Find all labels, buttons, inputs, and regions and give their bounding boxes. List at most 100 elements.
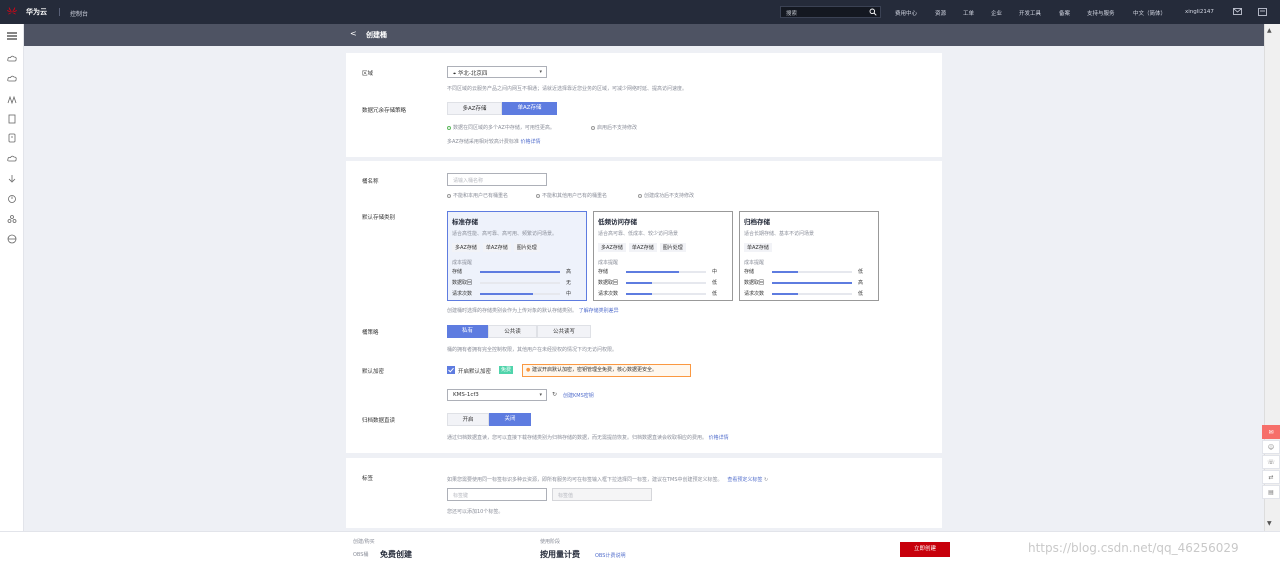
huawei-logo[interactable] [6, 6, 18, 18]
global-icon[interactable] [7, 234, 17, 244]
region-value: 华北-北京四 [457, 71, 488, 77]
nav-enterprise[interactable]: 企业 [991, 9, 1002, 17]
search-input[interactable]: 搜索 [780, 6, 881, 18]
nav-support[interactable]: 支持与服务 [1087, 9, 1115, 17]
tags-label: 标签 [362, 476, 374, 482]
scroll-down-icon[interactable]: ▼ [1267, 520, 1272, 527]
policy-public-rw-option[interactable]: 公共读写 [537, 325, 591, 338]
cloud-icon[interactable] [7, 154, 17, 164]
cost-reminder-label: 成本提醒 [598, 260, 619, 266]
redundancy-note-1: 数据在同区域的多个AZ中存储，可用性更高。 [447, 124, 555, 131]
kms-value: KMS-1cf3 [453, 392, 479, 398]
search-icon[interactable] [869, 8, 877, 16]
cloud-server-icon[interactable] [7, 54, 17, 64]
footer-usage-price: 按用量计费 [540, 550, 580, 559]
back-button[interactable]: < [350, 29, 357, 38]
cost-level-bar [480, 271, 560, 273]
encryption-checkbox-label[interactable]: 开启默认加密 [458, 367, 491, 375]
cost-row-label: 请求次数 [744, 291, 765, 297]
storage-class-desc: 适合高可靠、低成本、较少访问场景 [598, 231, 679, 237]
cost-row-label: 请求次数 [598, 291, 619, 297]
tag-key-input[interactable]: 标签键 [447, 488, 547, 501]
cost-level-fill [480, 293, 533, 295]
smile-icon[interactable]: ☺ [1262, 440, 1280, 454]
cost-row-label: 数据取回 [598, 280, 619, 286]
multi-az-option[interactable]: 多AZ存储 [447, 102, 502, 115]
deploy-icon[interactable] [7, 174, 17, 184]
database-icon[interactable] [7, 133, 17, 143]
tags-count-hint: 您还可以添加10个标签。 [447, 509, 504, 515]
nav-user[interactable]: xingli2147 [1185, 9, 1214, 15]
cost-row: 存储 低 [744, 268, 876, 276]
storage-class-title: 归档存储 [744, 218, 770, 226]
info-circle-icon [591, 125, 595, 130]
console-link[interactable]: 控制台 [70, 9, 88, 18]
cost-level-bar [772, 271, 852, 273]
redundancy-note3-text: 多AZ存储采用相对较高计费标准 [447, 139, 519, 145]
cost-level-fill [626, 282, 653, 284]
cost-level-fill [480, 271, 560, 273]
message-icon[interactable] [1233, 8, 1242, 16]
archive-on-option[interactable]: 开启 [447, 413, 489, 426]
cost-row-label: 数据取回 [452, 280, 473, 286]
storage-class-card[interactable]: 标准存储 适合高性能、高可靠、高可用、频繁访问场景。 多AZ存储 单AZ存储 图片处理成… [447, 211, 587, 301]
feedback-icon[interactable]: ✉ [1262, 425, 1280, 439]
storage-class-diff-link[interactable]: 了解存储类别差异 [579, 308, 619, 314]
info-circle-icon [447, 193, 451, 198]
service-icon[interactable]: ☏ [1262, 455, 1280, 469]
create-kms-link[interactable]: 创建KMS密钥 [563, 392, 594, 399]
price-details-link[interactable]: 价格详情 [520, 139, 540, 145]
storage-class-card[interactable]: 归档存储 适合长期存储、基本不访问场景 单AZ存储 成本提醒 存储低数据取回高请求次数低 [739, 211, 879, 301]
encryption-tip: ● 建议开启默认加密，密钥管理全免费，核心数据更安全。 [522, 364, 691, 377]
nav-tickets[interactable]: 工单 [963, 9, 974, 17]
cost-level-fill [626, 271, 679, 273]
menu-icon[interactable] [7, 31, 17, 41]
nav-icp[interactable]: 备案 [1059, 9, 1070, 17]
obs-billing-link[interactable]: OBS计费说明 [595, 552, 625, 559]
policy-private-option[interactable]: 私有 [447, 325, 488, 338]
cloud-storage-icon[interactable] [7, 74, 17, 84]
scroll-up-icon[interactable]: ▲ [1267, 27, 1272, 34]
archive-off-option[interactable]: 关闭 [489, 413, 531, 426]
network-icon[interactable] [7, 95, 17, 105]
refresh-icon[interactable]: ↻ [552, 391, 557, 398]
archive-price-link[interactable]: 价格详情 [709, 435, 729, 441]
predefined-tags-link[interactable]: 查看预定义标签 [727, 477, 762, 483]
cost-level-fill [772, 293, 799, 295]
monitor-icon[interactable] [7, 194, 17, 204]
nav-devtools[interactable]: 开发工具 [1019, 9, 1041, 17]
cluster-icon[interactable] [7, 214, 17, 224]
storage-class-card[interactable]: 低频访问存储 适合高可靠、低成本、较少访问场景 多AZ存储 单AZ存储 图片处理 成本提醒… [593, 211, 733, 301]
region-select[interactable]: ⌖ 华北-北京四 ▾ [447, 66, 547, 78]
storage-class-tags: 单AZ存储 [744, 243, 772, 252]
bucket-name-input[interactable]: 请输入桶名称 [447, 173, 547, 186]
single-az-option[interactable]: 单AZ存储 [502, 102, 557, 115]
footer-usage-head: 使用阶段 [540, 539, 561, 545]
nav-billing[interactable]: 费用中心 [895, 9, 917, 17]
create-now-button[interactable]: 立即创建 [900, 542, 950, 557]
brand-name[interactable]: 华为云 [26, 7, 47, 17]
cart-icon[interactable] [1258, 8, 1267, 16]
policy-hint: 桶的拥有者拥有完全控制权限，其他用户在未经授权的情况下均无访问权限。 [447, 347, 618, 353]
archive-hint: 通过归档数据直读，您可以直接下载存储类别为归档存储的数据，而无需提前恢复。归档数… [447, 434, 729, 441]
policy-public-read-option[interactable]: 公共读 [488, 325, 537, 338]
kms-key-select[interactable]: KMS-1cf3 ▾ [447, 389, 547, 401]
cost-row-value: 高 [566, 269, 572, 275]
refresh-icon[interactable]: ↻ [764, 477, 768, 483]
nav-resources[interactable]: 资源 [935, 9, 946, 17]
footer-obs-label: OBS桶 [353, 552, 369, 558]
redundancy-note-3: 多AZ存储采用相对较高计费标准 价格详情 [447, 138, 540, 145]
tag-value-input[interactable]: 标签值 [552, 488, 652, 501]
archive-read-label: 归档数据直读 [362, 418, 396, 424]
cost-level-fill [772, 271, 799, 273]
cost-row-label: 存储 [744, 269, 755, 275]
doc-icon[interactable]: ▤ [1262, 485, 1280, 499]
share-icon[interactable]: ⇄ [1262, 470, 1280, 484]
encryption-checkbox[interactable] [447, 366, 455, 374]
footer-create-head: 创建/购买 [353, 539, 375, 545]
document-icon[interactable] [7, 114, 17, 124]
chevron-down-icon: ▾ [539, 392, 542, 398]
storage-class-hint: 创建桶时选择的存储类别会作为上传对象的默认存储类别。 了解存储类别差异 [447, 307, 619, 314]
nav-language[interactable]: 中文（简体） [1133, 9, 1166, 17]
free-badge: 免费 [499, 366, 514, 374]
